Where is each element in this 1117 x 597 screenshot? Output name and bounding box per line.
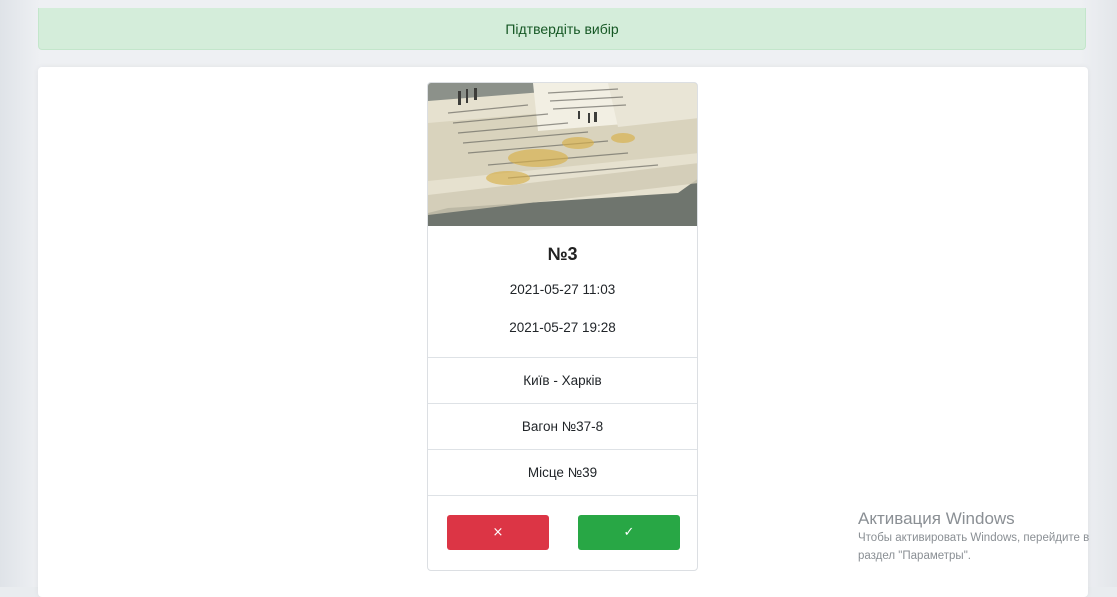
confirm-alert: Підтвердіть вибір bbox=[38, 8, 1086, 50]
confirm-alert-text: Підтвердіть вибір bbox=[505, 21, 619, 37]
route-item: Київ - Харків bbox=[428, 358, 697, 404]
cancel-button[interactable]: × bbox=[447, 515, 549, 550]
ticket-number: №3 bbox=[547, 244, 578, 264]
watermark-line-2: раздел "Параметры". bbox=[858, 550, 971, 562]
ticket-card-footer: × ✓ bbox=[428, 496, 697, 566]
wagon-item: Вагон №37-8 bbox=[428, 404, 697, 450]
watermark-line-1: Чтобы активировать Windows, перейдите в bbox=[858, 532, 1090, 544]
arrival-datetime: 2021-05-27 19:28 bbox=[509, 320, 616, 335]
windows-activation-watermark: Активация Windows Чтобы активировать Win… bbox=[858, 509, 1117, 565]
ticket-card-body: №3 2021-05-27 11:03 2021-05-27 19:28 bbox=[428, 226, 697, 358]
watermark-title: Активация Windows bbox=[858, 509, 1015, 528]
departure-datetime: 2021-05-27 11:03 bbox=[509, 282, 616, 297]
seat-item: Місце №39 bbox=[428, 450, 697, 496]
train-ticket-photo-icon bbox=[428, 83, 697, 226]
ticket-card: №3 2021-05-27 11:03 2021-05-27 19:28 Киї… bbox=[427, 82, 698, 571]
confirm-button[interactable]: ✓ bbox=[578, 515, 680, 550]
